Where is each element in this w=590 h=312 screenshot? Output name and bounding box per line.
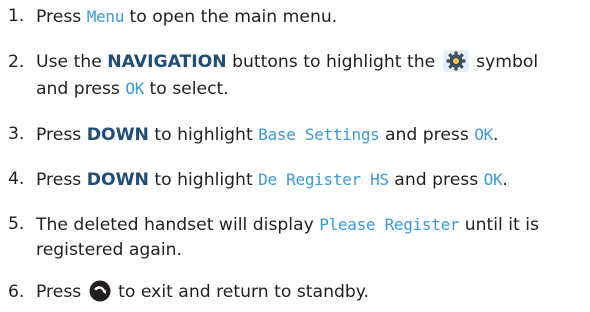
display-text-base-settings: Base Settings — [258, 125, 380, 144]
step-text-part: to open the main menu. — [124, 7, 338, 27]
step-text-part: Press — [36, 125, 87, 145]
display-text-ok: OK — [125, 79, 145, 98]
step-number: 2. — [8, 52, 25, 72]
step-number: 5. — [8, 214, 25, 234]
display-text-ok: OK — [474, 125, 493, 144]
step-text-part: to select. — [144, 79, 229, 99]
step-text: Press to exit and return to standby. — [36, 278, 369, 307]
display-text-menu: Menu — [86, 7, 125, 26]
step-text-part: Press — [36, 7, 87, 27]
step-number: 1. — [8, 6, 25, 26]
display-text-de-register-hs: De Register HS — [258, 170, 389, 189]
step-text-part: and press — [388, 170, 484, 190]
step-text: Press Menu to open the main menu. — [36, 2, 337, 32]
step-number: 4. — [8, 169, 25, 189]
step-text-line-2: and press OK to select. — [36, 74, 229, 104]
step-text: Press DOWN to highlight De Register HS a… — [36, 165, 508, 195]
step-text-part: and press — [379, 125, 475, 145]
key-down: DOWN — [86, 170, 149, 190]
step-text-part: buttons to highlight the — [226, 52, 441, 72]
step-text: Use the NAVIGATION buttons to highlight … — [36, 48, 538, 77]
step-number: 6. — [8, 282, 25, 302]
key-navigation: NAVIGATION — [107, 52, 227, 72]
step-text-part: and press — [36, 79, 126, 99]
step-text-part: . — [492, 125, 499, 145]
display-text-please-register: Please Register — [319, 215, 460, 234]
step-text-part: Press — [36, 170, 87, 190]
display-text-ok: OK — [483, 170, 503, 189]
settings-gear-icon — [442, 50, 469, 72]
key-down: DOWN — [86, 125, 149, 145]
end-call-icon — [89, 280, 111, 302]
step-text-part: until it is — [459, 215, 539, 235]
step-text-part: symbol — [470, 52, 539, 72]
step-text-part: registered again. — [36, 240, 182, 260]
step-text-part: to highlight — [148, 170, 259, 190]
step-text-part: The deleted handset will display — [36, 215, 320, 235]
step-number: 3. — [8, 124, 25, 144]
step-text-part: to highlight — [148, 125, 259, 145]
step-text-part: to exit and return to standby. — [112, 282, 369, 302]
step-text-part: . — [502, 170, 508, 190]
step-text-part: Use the — [36, 52, 108, 72]
step-text: Press DOWN to highlight Base Settings an… — [36, 120, 498, 150]
step-text-line-2: registered again. — [36, 236, 182, 265]
step-text-part: Press — [36, 282, 87, 302]
